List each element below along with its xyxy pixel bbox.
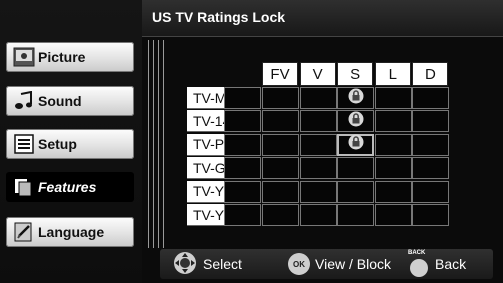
- column-header: L: [374, 62, 411, 86]
- column-header: S: [337, 62, 374, 86]
- back-label: Back: [435, 256, 467, 272]
- rating-cell[interactable]: [337, 87, 375, 109]
- rating-cell[interactable]: [337, 110, 375, 133]
- rating-cell[interactable]: [224, 157, 262, 180]
- rating-cell[interactable]: [374, 87, 412, 109]
- picture-icon: [12, 46, 36, 68]
- rating-cell[interactable]: [337, 180, 375, 203]
- sidebar-item-label: Setup: [38, 136, 77, 152]
- ok-button-icon: OK: [288, 253, 310, 275]
- rating-cell[interactable]: [299, 110, 337, 133]
- sidebar-item-label: Features: [38, 179, 97, 195]
- rating-cell[interactable]: [374, 157, 412, 180]
- divider: [153, 40, 154, 248]
- back-button-icon: BACK: [408, 250, 430, 278]
- tv-menu-screen: Picture Sound Setup Features Language US…: [0, 0, 503, 283]
- header-bar: US TV Ratings Lock: [142, 0, 503, 37]
- page-title: US TV Ratings Lock: [152, 9, 286, 25]
- ratings-grid: FV V S L D TV-MA TV-14 TV-PG TV-G TV-Y7 TV-Y: [160, 56, 490, 246]
- sidebar-item-label: Sound: [38, 93, 82, 109]
- select-hint: Select: [172, 249, 242, 279]
- rating-cell[interactable]: [262, 110, 299, 133]
- lock-icon: [348, 134, 364, 155]
- rating-cell[interactable]: [299, 87, 337, 109]
- rating-cell[interactable]: [412, 157, 450, 180]
- view-block-label: View / Block: [315, 256, 391, 272]
- bottom-help-bar: Select OK View / Block BACK Back: [160, 249, 493, 279]
- sidebar-item-language[interactable]: Language: [6, 217, 134, 247]
- rating-cell[interactable]: [374, 180, 412, 203]
- rating-cell[interactable]: [412, 110, 450, 133]
- rating-cell[interactable]: [412, 204, 450, 226]
- setup-icon: [12, 133, 36, 155]
- rating-cell[interactable]: [412, 180, 450, 203]
- sidebar-item-sound[interactable]: Sound: [6, 86, 134, 116]
- note-icon: [12, 90, 36, 112]
- rating-cell[interactable]: [299, 180, 337, 203]
- rating-cell[interactable]: [224, 204, 262, 226]
- rating-cell[interactable]: [299, 133, 337, 156]
- rating-cell[interactable]: [299, 204, 337, 226]
- rating-cell[interactable]: [224, 133, 262, 156]
- rating-cell[interactable]: [374, 110, 412, 133]
- rating-cell[interactable]: [224, 110, 262, 133]
- column-header: FV: [262, 62, 298, 86]
- sidebar-item-features[interactable]: Features: [6, 172, 134, 202]
- language-icon: [12, 221, 36, 243]
- rating-cell[interactable]: [374, 133, 412, 156]
- select-label: Select: [203, 256, 242, 272]
- rating-cell[interactable]: [262, 133, 299, 156]
- dpad-icon: [172, 251, 198, 278]
- rating-cell[interactable]: [337, 133, 375, 156]
- rating-cell[interactable]: [262, 87, 299, 109]
- view-block-hint: OK View / Block: [288, 249, 391, 279]
- sidebar-item-label: Language: [38, 224, 105, 240]
- rating-cell[interactable]: [374, 204, 412, 226]
- rating-cell[interactable]: [224, 87, 262, 109]
- column-header: D: [412, 62, 449, 86]
- sidebar-item-label: Picture: [38, 49, 86, 65]
- rating-cell[interactable]: [337, 157, 375, 180]
- rating-cell[interactable]: [224, 180, 262, 203]
- features-icon: [12, 176, 36, 198]
- rating-cell[interactable]: [262, 180, 299, 203]
- divider: [148, 40, 149, 248]
- rating-cell[interactable]: [262, 157, 299, 180]
- sidebar-item-picture[interactable]: Picture: [6, 42, 134, 72]
- sidebar: Picture Sound Setup Features Language: [0, 0, 142, 283]
- rating-cell[interactable]: [299, 157, 337, 180]
- rating-cell[interactable]: [262, 204, 299, 226]
- rating-cell[interactable]: [412, 87, 450, 109]
- rating-cell[interactable]: [337, 204, 375, 226]
- back-badge: BACK: [408, 250, 426, 256]
- lock-icon: [348, 88, 364, 109]
- back-hint: BACK Back: [408, 249, 466, 279]
- divider: [158, 40, 159, 248]
- column-header: V: [299, 62, 336, 86]
- rating-cell[interactable]: [412, 133, 450, 156]
- sidebar-item-setup[interactable]: Setup: [6, 129, 134, 159]
- back-circle-icon: [410, 259, 428, 277]
- lock-icon: [348, 111, 364, 132]
